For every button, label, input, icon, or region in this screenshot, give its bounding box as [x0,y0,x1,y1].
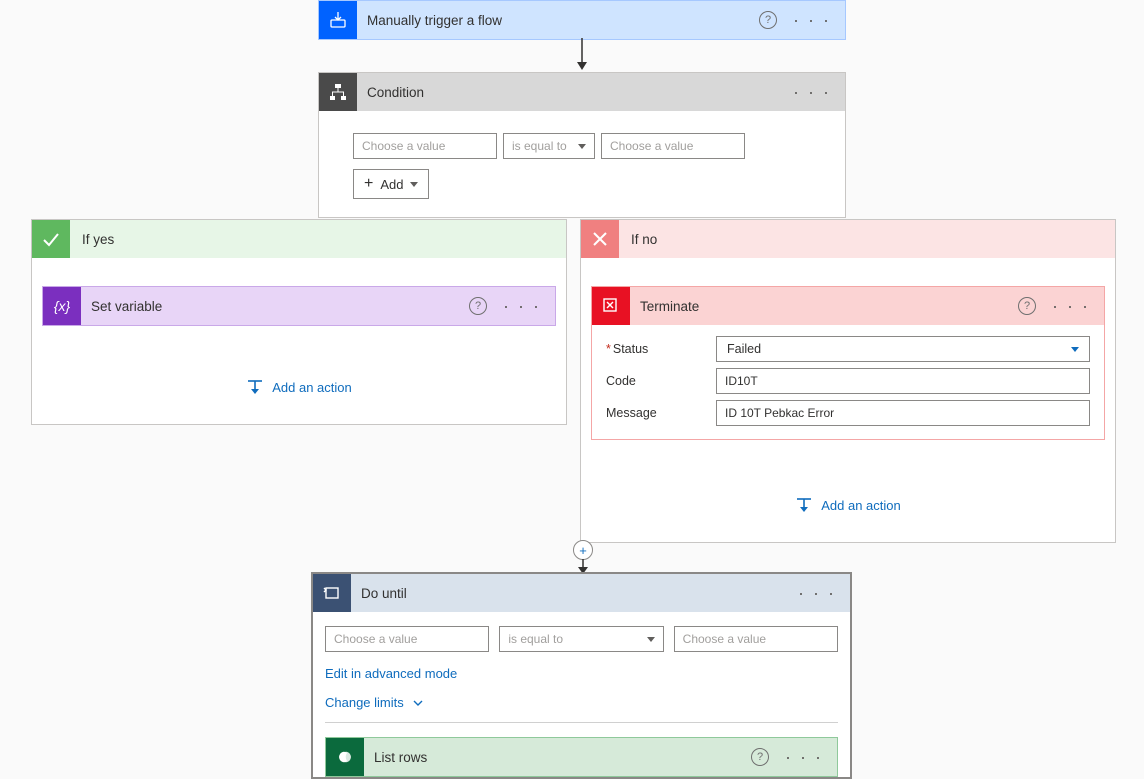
condition-icon [319,73,357,111]
dountil-operator[interactable]: is equal to [499,626,663,652]
message-label: Message [606,406,716,420]
dataverse-icon [326,738,364,776]
loop-icon [313,574,351,612]
set-variable-title: Set variable [81,299,469,314]
dountil-right-value[interactable]: Choose a value [674,626,838,652]
help-icon[interactable]: ? [469,297,487,315]
code-label: Code [606,374,716,388]
do-until-title: Do until [351,586,794,601]
add-condition-button[interactable]: + Add [353,169,429,199]
more-icon[interactable]: · · · [794,589,840,598]
close-icon [581,220,619,258]
status-select[interactable]: Failed [716,336,1090,362]
chevron-down-icon [578,144,586,149]
add-label: Add [380,177,403,192]
arrow-trigger-to-condition [576,38,588,72]
help-icon[interactable]: ? [751,748,769,766]
variable-icon: {x} [43,287,81,325]
insert-step-button[interactable]: + [573,540,593,560]
condition-operator[interactable]: is equal to [503,133,595,159]
trigger-icon [319,1,357,39]
add-action-icon [246,378,264,396]
set-variable-card[interactable]: {x} Set variable ? · · · [42,286,556,326]
more-icon[interactable]: · · · [1048,302,1094,311]
if-no-title: If no [619,232,657,247]
code-input[interactable]: ID10T [716,368,1090,394]
condition-right-value[interactable]: Choose a value [601,133,745,159]
status-label: *Status [606,342,716,356]
terminate-card[interactable]: Terminate ? · · · *Status Failed [591,286,1105,440]
help-icon[interactable]: ? [759,11,777,29]
add-action-yes[interactable]: Add an action [42,378,556,396]
message-input[interactable]: ID 10T Pebkac Error [716,400,1090,426]
if-yes-title: If yes [70,232,114,247]
more-icon[interactable]: · · · [781,753,827,762]
dountil-left-value[interactable]: Choose a value [325,626,489,652]
list-rows-title: List rows [364,750,751,765]
help-icon[interactable]: ? [1018,297,1036,315]
more-icon[interactable]: · · · [789,88,835,97]
svg-text:{x}: {x} [54,298,71,314]
chevron-down-icon [410,182,418,187]
operator-text: is equal to [512,139,567,153]
list-rows-card[interactable]: List rows ? · · · [325,737,838,777]
flow-canvas: Manually trigger a flow ? · · · Conditio… [0,0,1144,778]
check-icon [32,220,70,258]
chevron-down-icon [413,695,423,710]
add-action-label: Add an action [821,498,901,513]
terminate-title: Terminate [630,299,1018,314]
operator-text: is equal to [508,632,563,646]
if-yes-panel: If yes {x} Set variable ? · · · Add an a… [31,219,567,425]
terminate-icon [592,287,630,325]
add-action-no[interactable]: Add an action [591,496,1105,514]
more-icon[interactable]: · · · [789,16,835,25]
trigger-card[interactable]: Manually trigger a flow ? · · · [318,0,846,40]
do-until-card[interactable]: Do until · · · Choose a value is equal t… [311,572,852,779]
plus-icon: + [364,175,373,193]
if-no-panel: If no Terminate ? · · · *Status [580,219,1116,543]
more-icon[interactable]: · · · [499,302,545,311]
add-action-icon [795,496,813,514]
status-value: Failed [727,342,761,356]
add-action-label: Add an action [272,380,352,395]
trigger-title: Manually trigger a flow [357,13,759,28]
chevron-down-icon [1071,347,1079,352]
chevron-down-icon [647,637,655,642]
condition-card[interactable]: Condition · · · Choose a value is equal … [318,72,846,218]
condition-left-value[interactable]: Choose a value [353,133,497,159]
change-limits-link[interactable]: Change limits [325,695,423,710]
edit-advanced-link[interactable]: Edit in advanced mode [325,666,457,681]
condition-title: Condition [357,85,789,100]
